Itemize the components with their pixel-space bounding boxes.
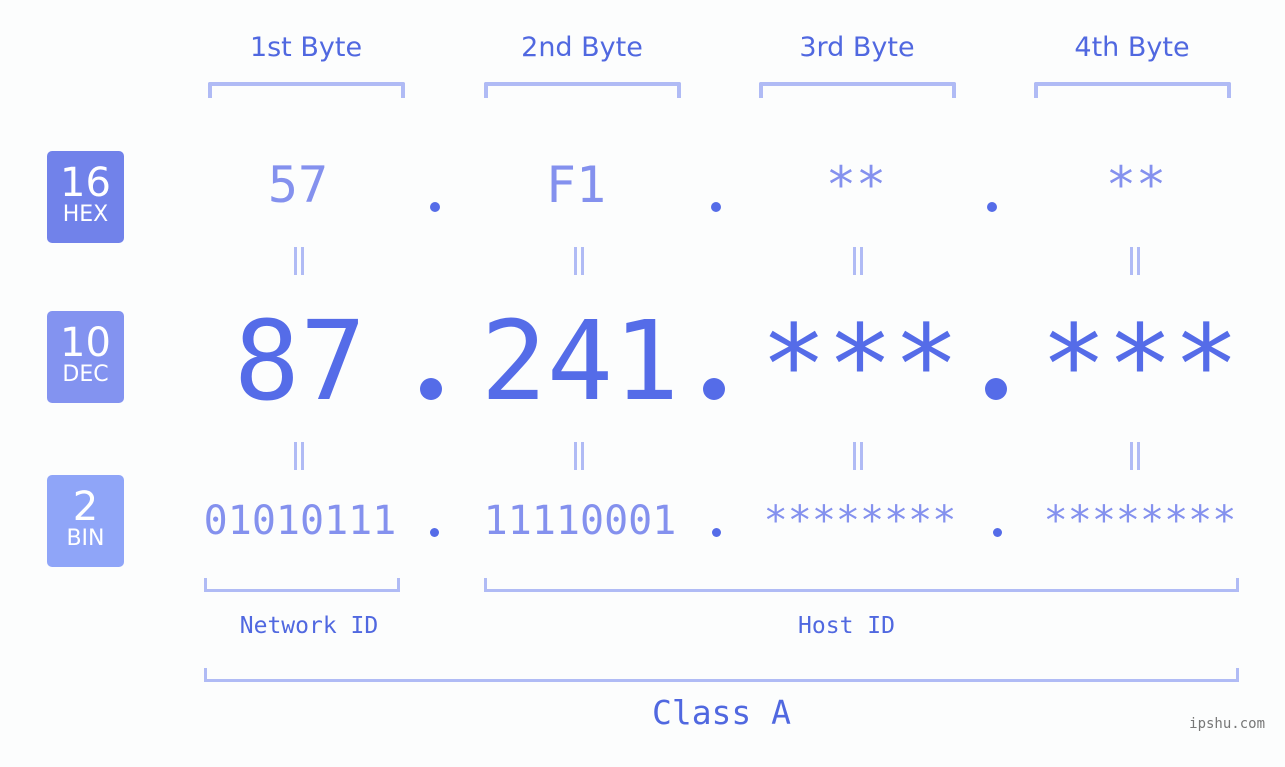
bin-byte-4: ********	[1043, 498, 1237, 544]
bin-dot-1	[430, 528, 439, 537]
equals-icon	[572, 442, 586, 470]
bin-badge: 2 BIN	[47, 475, 124, 567]
dec-byte-3: ***	[760, 301, 960, 429]
hex-dot-1	[430, 202, 440, 212]
byte-header-1: 1st Byte	[249, 32, 363, 63]
hex-dot-3	[987, 202, 997, 212]
hex-byte-1: 57	[267, 156, 329, 214]
watermark: ipshu.com	[1189, 716, 1265, 732]
dec-dot-3	[985, 378, 1007, 400]
equals-icon	[292, 442, 306, 470]
dec-base-label: DEC	[62, 362, 109, 387]
network-id-bracket	[204, 578, 400, 592]
byte-header-3: 3rd Byte	[799, 32, 915, 63]
byte-bracket-2	[484, 82, 681, 98]
byte-bracket-3	[759, 82, 956, 98]
host-id-bracket	[484, 578, 1239, 592]
bin-base-number: 2	[72, 484, 99, 530]
dec-byte-1: 87	[233, 297, 367, 425]
hex-base-label: HEX	[62, 202, 109, 227]
equals-icon	[851, 442, 865, 470]
class-bracket	[204, 668, 1239, 682]
equals-icon	[1128, 442, 1142, 470]
hex-badge: 16 HEX	[47, 151, 124, 243]
equals-icon	[292, 247, 306, 275]
equals-icon	[1128, 247, 1142, 275]
byte-bracket-4	[1034, 82, 1231, 98]
hex-base-number: 16	[60, 160, 111, 206]
dec-dot-2	[703, 378, 725, 400]
dec-byte-4: ***	[1040, 301, 1240, 429]
byte-header-4: 4th Byte	[1074, 32, 1190, 63]
byte-bracket-1	[208, 82, 405, 98]
bin-base-label: BIN	[66, 526, 105, 551]
bin-byte-2: 11110001	[483, 498, 677, 544]
byte-header-2: 2nd Byte	[521, 32, 643, 63]
dec-badge: 10 DEC	[47, 311, 124, 403]
host-id-label: Host ID	[798, 613, 895, 639]
bin-byte-1: 01010111	[203, 498, 397, 544]
bin-byte-3: ********	[763, 498, 957, 544]
bin-dot-3	[993, 528, 1002, 537]
bin-dot-2	[712, 528, 721, 537]
hex-dot-2	[711, 202, 721, 212]
dec-byte-2: 241	[480, 297, 680, 425]
network-id-label: Network ID	[239, 613, 379, 639]
hex-byte-2: F1	[545, 156, 607, 214]
dec-dot-1	[420, 378, 442, 400]
hex-byte-4: **	[1105, 156, 1167, 214]
class-label: Class A	[651, 693, 792, 732]
equals-icon	[572, 247, 586, 275]
equals-icon	[851, 247, 865, 275]
hex-byte-3: **	[825, 156, 887, 214]
dec-base-number: 10	[60, 320, 111, 366]
